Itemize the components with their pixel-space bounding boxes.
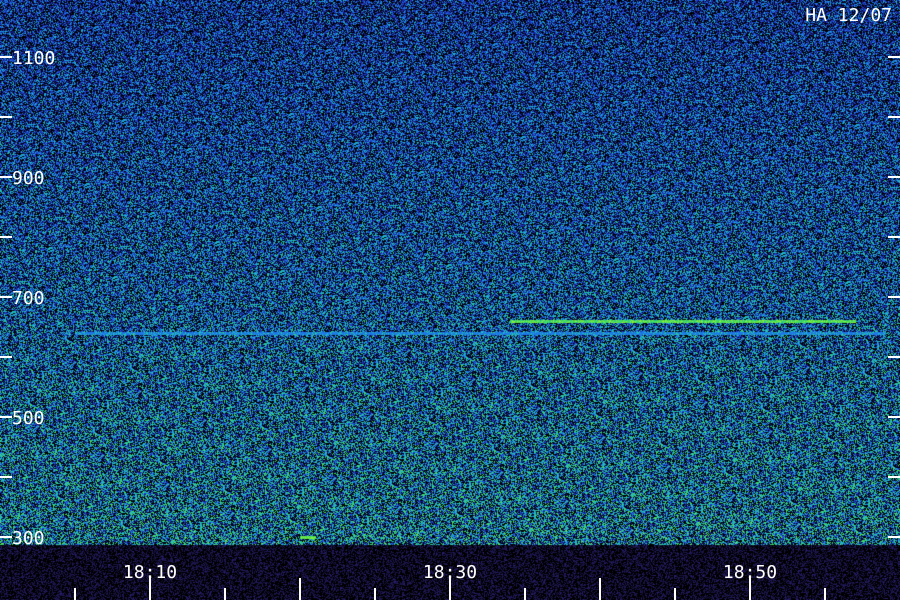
x-tick-label-1830: 18:30: [423, 562, 477, 583]
y-tick-label-500: 500: [12, 408, 45, 429]
y-tick-label-900: 900: [12, 168, 45, 189]
x-tick-label-1850: 18:50: [723, 562, 777, 583]
y-tick-label-1100: 1100: [12, 48, 55, 69]
x-tick-label-1810: 18:10: [123, 562, 177, 583]
spectrogram-view: 1100 900 700 500 300 18:10 18:30 18:50 HA 12/07: [0, 0, 900, 600]
date-stamp: HA 12/07: [805, 5, 892, 26]
y-tick-label-300: 300: [12, 528, 45, 549]
axes-overlay: 1100 900 700 500 300 18:10 18:30 18:50: [0, 48, 900, 600]
y-tick-label-700: 700: [12, 288, 45, 309]
